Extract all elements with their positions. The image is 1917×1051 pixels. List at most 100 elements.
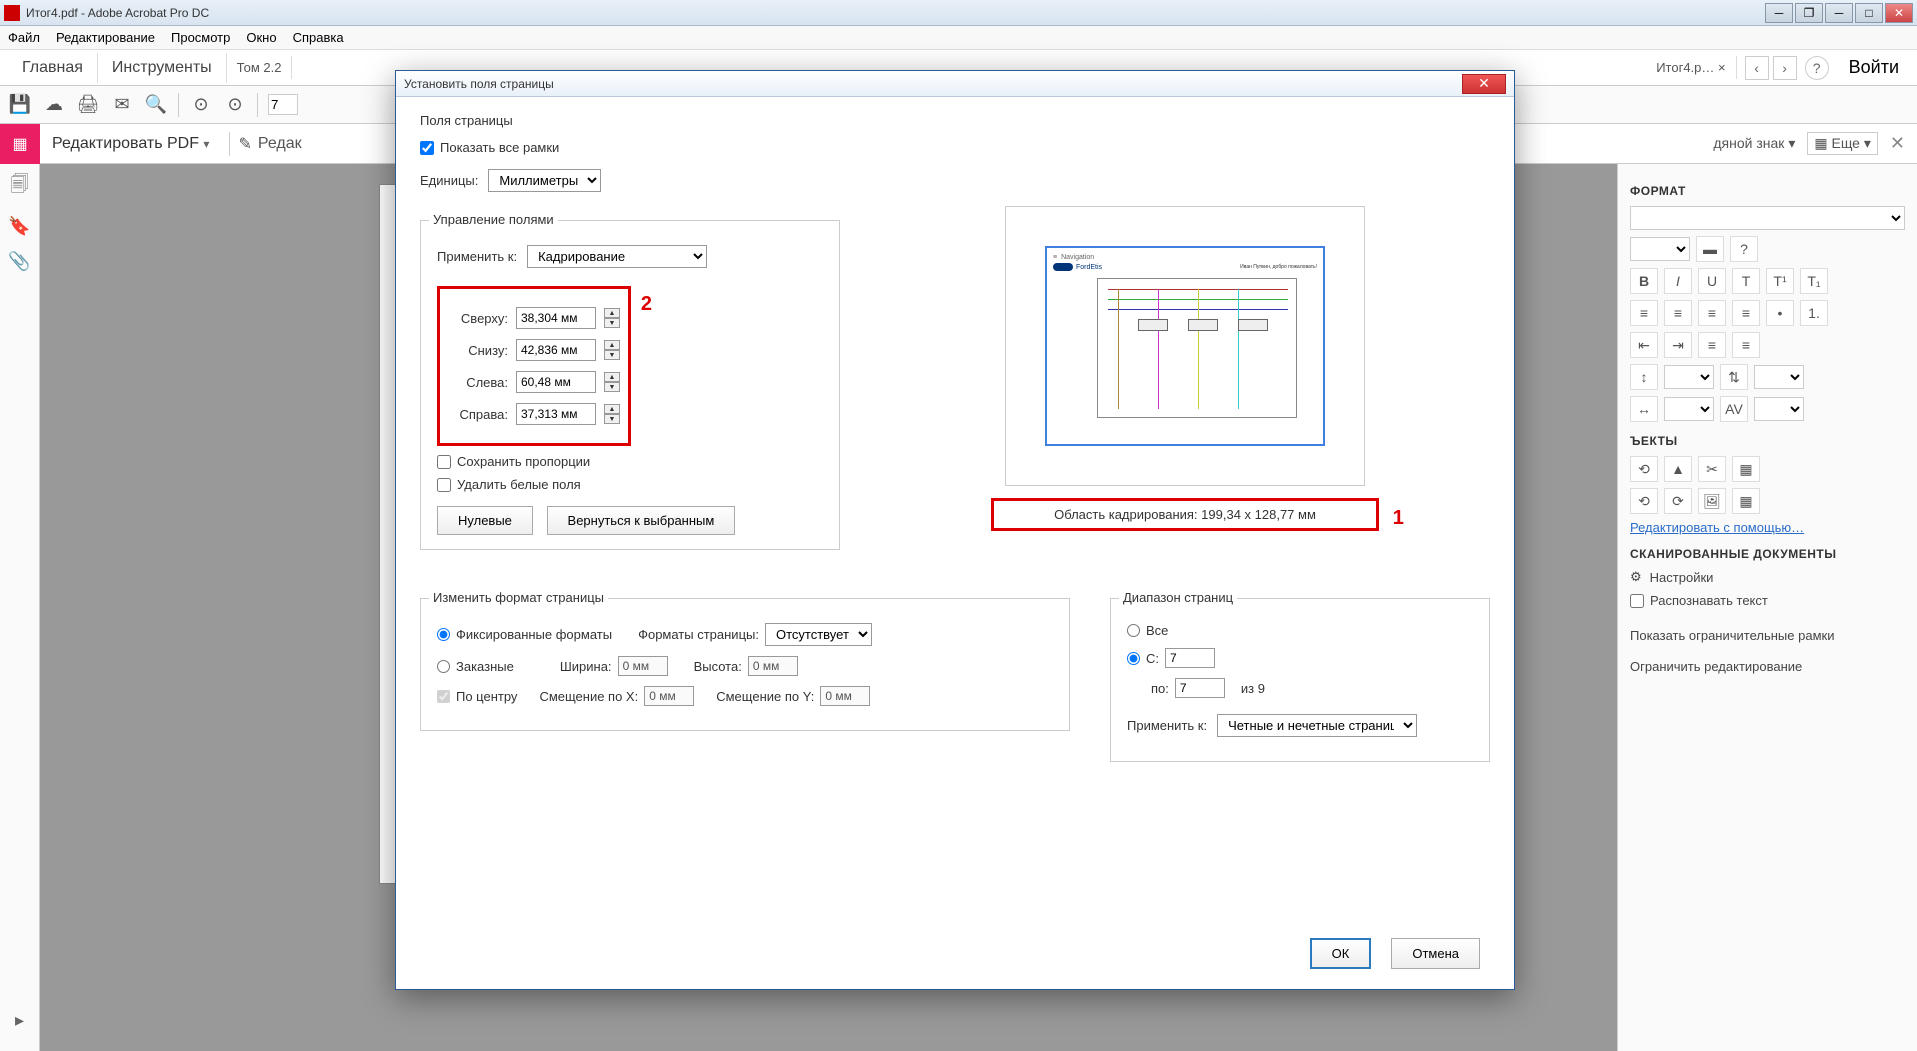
mail-icon[interactable]: ✉ bbox=[110, 93, 134, 117]
more-button[interactable]: ▦ Еще ▾ bbox=[1807, 132, 1878, 155]
superscript-icon[interactable]: T¹ bbox=[1766, 268, 1794, 294]
margin-top-input[interactable] bbox=[516, 307, 596, 329]
save-icon[interactable]: 💾 bbox=[8, 93, 32, 117]
menu-window[interactable]: Окно bbox=[246, 30, 276, 45]
help-icon[interactable]: ? bbox=[1805, 56, 1829, 80]
indent-left-icon[interactable]: ⇤ bbox=[1630, 332, 1658, 358]
range-from-input[interactable] bbox=[1165, 648, 1215, 668]
line-height-icon[interactable]: ⇅ bbox=[1720, 364, 1748, 390]
units-select[interactable]: Миллиметры bbox=[488, 169, 601, 192]
zero-margins-button[interactable]: Нулевые bbox=[437, 506, 533, 535]
keep-ratio-checkbox[interactable] bbox=[437, 455, 451, 469]
lineheight-select[interactable] bbox=[1754, 365, 1804, 389]
range-from-radio[interactable] bbox=[1127, 652, 1140, 665]
align-objects-icon[interactable]: ▦ bbox=[1732, 488, 1760, 514]
indent4-icon[interactable]: ≡ bbox=[1732, 332, 1760, 358]
color-picker-button[interactable]: ▬ bbox=[1696, 236, 1724, 262]
spacing-icon[interactable]: ↕ bbox=[1630, 364, 1658, 390]
attachment-icon[interactable]: 📎 bbox=[8, 251, 30, 272]
margin-bottom-up[interactable]: ▲ bbox=[604, 340, 620, 350]
margin-left-up[interactable]: ▲ bbox=[604, 372, 620, 382]
cloud-icon[interactable]: ☁ bbox=[42, 93, 66, 117]
remove-white-checkbox[interactable] bbox=[437, 478, 451, 492]
page-number-input[interactable] bbox=[268, 94, 298, 115]
rotate-right-icon[interactable]: ⟳ bbox=[1664, 488, 1692, 514]
edit-pdf-label[interactable]: Редактировать PDF ▾ bbox=[40, 135, 221, 153]
menu-edit[interactable]: Редактирование bbox=[56, 30, 155, 45]
show-all-frames-checkbox[interactable] bbox=[420, 141, 434, 155]
edit-with-link[interactable]: Редактировать с помощью… bbox=[1630, 520, 1905, 535]
margin-right-down[interactable]: ▼ bbox=[604, 414, 620, 424]
menu-file[interactable]: Файл bbox=[8, 30, 40, 45]
print-icon[interactable]: 🖨 bbox=[76, 93, 100, 117]
margin-top-up[interactable]: ▲ bbox=[604, 308, 620, 318]
list-bullet-icon[interactable]: • bbox=[1766, 300, 1794, 326]
window-restore-button[interactable]: ❐ bbox=[1795, 3, 1823, 23]
spacing-select[interactable] bbox=[1664, 365, 1714, 389]
range-all-radio[interactable] bbox=[1127, 624, 1140, 637]
restrict-link[interactable]: Ограничить редактирование bbox=[1630, 659, 1905, 674]
margin-left-down[interactable]: ▼ bbox=[604, 382, 620, 392]
flip-v-icon[interactable]: ▲ bbox=[1664, 456, 1692, 482]
watermark-button[interactable]: дяной знак ▾ bbox=[1713, 135, 1795, 152]
align-right-icon[interactable]: ≡ bbox=[1698, 300, 1726, 326]
scale-select[interactable] bbox=[1664, 397, 1714, 421]
login-button[interactable]: Войти bbox=[1839, 53, 1909, 82]
apply-to-select[interactable]: Кадрирование bbox=[527, 245, 707, 268]
margin-top-down[interactable]: ▼ bbox=[604, 318, 620, 328]
flip-h-icon[interactable]: ⟲ bbox=[1630, 456, 1658, 482]
margin-bottom-input[interactable] bbox=[516, 339, 596, 361]
expand-rail-icon[interactable]: ▸ bbox=[15, 1010, 24, 1031]
window-maximize-button[interactable]: □ bbox=[1855, 3, 1883, 23]
revert-margins-button[interactable]: Вернуться к выбранным bbox=[547, 506, 736, 535]
align-justify-icon[interactable]: ≡ bbox=[1732, 300, 1760, 326]
range-to-input[interactable] bbox=[1175, 678, 1225, 698]
margin-right-up[interactable]: ▲ bbox=[604, 404, 620, 414]
margin-right-input[interactable] bbox=[516, 403, 596, 425]
italic-icon[interactable]: I bbox=[1664, 268, 1692, 294]
pages-icon[interactable]: 🗐 bbox=[11, 172, 29, 202]
dialog-cancel-button[interactable]: Отмена bbox=[1391, 938, 1480, 969]
margin-bottom-down[interactable]: ▼ bbox=[604, 350, 620, 360]
help-format-icon[interactable]: ? bbox=[1730, 236, 1758, 262]
subscript-icon[interactable]: T₁ bbox=[1800, 268, 1828, 294]
window-close-button[interactable]: ✕ bbox=[1885, 3, 1913, 23]
window-minimize2-button[interactable]: ─ bbox=[1825, 3, 1853, 23]
offset-y-input[interactable] bbox=[820, 686, 870, 706]
menu-help[interactable]: Справка bbox=[293, 30, 344, 45]
arrange-icon[interactable]: ▦ bbox=[1732, 456, 1760, 482]
kerning-select[interactable] bbox=[1754, 397, 1804, 421]
font-size-select[interactable] bbox=[1630, 237, 1690, 261]
rotate-left-icon[interactable]: ⟲ bbox=[1630, 488, 1658, 514]
bookmark-icon[interactable]: 🔖 bbox=[8, 216, 30, 237]
offset-x-input[interactable] bbox=[644, 686, 694, 706]
underline-icon[interactable]: U bbox=[1698, 268, 1726, 294]
scale-icon[interactable]: ↔ bbox=[1630, 396, 1658, 422]
list-number-icon[interactable]: 1. bbox=[1800, 300, 1828, 326]
height-input[interactable] bbox=[748, 656, 798, 676]
custom-formats-radio[interactable] bbox=[437, 660, 450, 673]
margin-left-input[interactable] bbox=[516, 371, 596, 393]
doc-tab-close-icon[interactable]: × bbox=[1718, 60, 1726, 75]
doc-tab-active[interactable]: Итог4.p… × bbox=[1646, 56, 1736, 79]
font-select[interactable] bbox=[1630, 206, 1905, 230]
strike-icon[interactable]: T bbox=[1732, 268, 1760, 294]
edit-content-button[interactable]: ✎ Редак bbox=[238, 134, 301, 154]
doc-tab-1[interactable]: Том 2.2 bbox=[227, 56, 293, 79]
next-page-icon[interactable]: ⊙ bbox=[223, 93, 247, 117]
replace-image-icon[interactable]: 🖼 bbox=[1698, 488, 1726, 514]
tab-next-button[interactable]: › bbox=[1773, 56, 1797, 80]
indent-right-icon[interactable]: ⇥ bbox=[1664, 332, 1692, 358]
align-left-icon[interactable]: ≡ bbox=[1630, 300, 1658, 326]
window-minimize-button[interactable]: ─ bbox=[1765, 3, 1793, 23]
align-center-icon[interactable]: ≡ bbox=[1664, 300, 1692, 326]
settings-link[interactable]: Настройки bbox=[1650, 570, 1714, 585]
range-apply-to-select[interactable]: Четные и нечетные страницы bbox=[1217, 714, 1417, 737]
indent3-icon[interactable]: ≡ bbox=[1698, 332, 1726, 358]
tab-prev-button[interactable]: ‹ bbox=[1745, 56, 1769, 80]
page-formats-select[interactable]: Отсутствует bbox=[765, 623, 872, 646]
width-input[interactable] bbox=[618, 656, 668, 676]
prev-page-icon[interactable]: ⊙ bbox=[189, 93, 213, 117]
tab-home[interactable]: Главная bbox=[8, 53, 98, 83]
dialog-close-button[interactable]: ✕ bbox=[1462, 74, 1506, 94]
